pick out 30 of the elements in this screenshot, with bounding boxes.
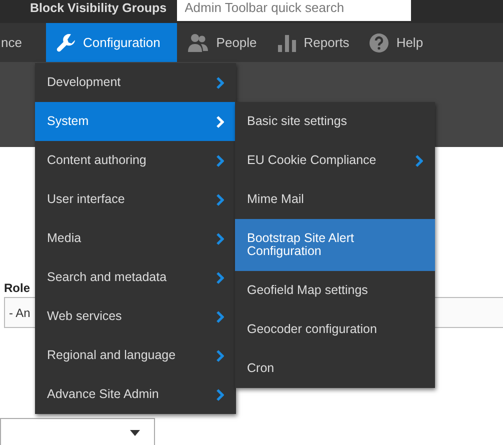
menu-item[interactable]: Content authoring: [35, 141, 236, 180]
select-field[interactable]: [0, 418, 155, 445]
role-label: Role: [4, 281, 30, 295]
menu-item[interactable]: System: [35, 102, 236, 141]
menu-item[interactable]: Development: [35, 63, 236, 102]
caret-icon: [130, 430, 140, 436]
toolbar-tab[interactable]: Configuration: [46, 23, 178, 62]
toolbar-tab[interactable]: Reports: [266, 23, 360, 62]
menu-item[interactable]: User interface: [35, 180, 236, 219]
help-icon: [369, 32, 390, 52]
menu-item[interactable]: Basic site settings: [235, 102, 435, 141]
people-icon: [187, 32, 210, 52]
wrench-icon: [56, 32, 76, 52]
toolbar-tab[interactable]: nce: [0, 23, 32, 62]
menu-item[interactable]: Mime Mail: [235, 180, 435, 219]
menu-item[interactable]: Bootstrap Site Alert Configuration: [235, 219, 435, 271]
menu-item[interactable]: Advance Site Admin: [35, 375, 236, 414]
menu-item[interactable]: Geofield Map settings: [235, 271, 435, 310]
menu-item[interactable]: EU Cookie Compliance: [235, 141, 435, 180]
bar-chart-icon: [276, 32, 297, 52]
site-title[interactable]: Block Visibility Groups: [30, 0, 167, 14]
toolbar-tab[interactable]: Help: [359, 23, 434, 62]
menu-item[interactable]: Search and metadata: [35, 258, 236, 297]
menu-item[interactable]: Regional and language: [35, 336, 236, 375]
menu-item[interactable]: Media: [35, 219, 236, 258]
toolbar-tab[interactable]: People: [177, 23, 267, 62]
menu-item[interactable]: Cron: [235, 349, 435, 388]
search-field[interactable]: Admin Toolbar quick search: [176, 0, 411, 20]
menu-item[interactable]: Geocoder configuration: [235, 310, 435, 349]
menu-item[interactable]: Web services: [35, 297, 236, 336]
